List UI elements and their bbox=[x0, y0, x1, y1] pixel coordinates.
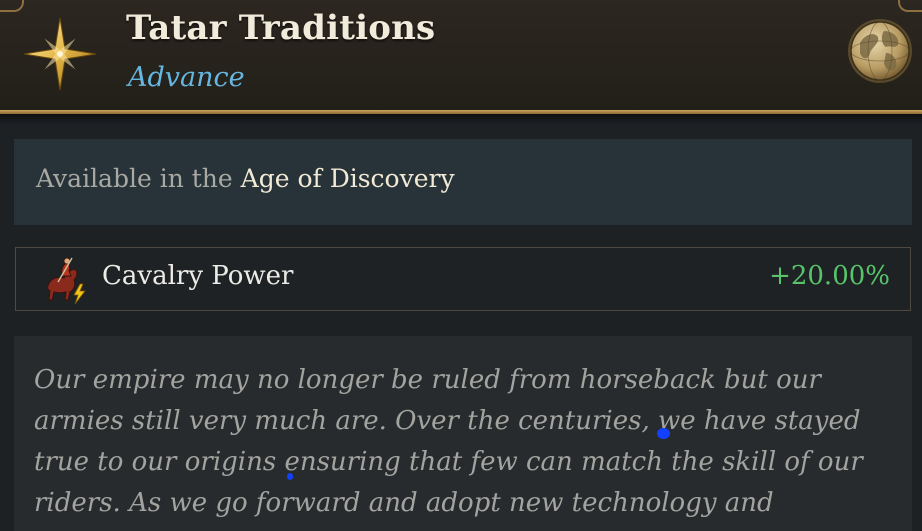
availability-prefix: Available in the bbox=[36, 164, 241, 193]
modifier-label: Cavalry Power bbox=[102, 261, 294, 291]
modifier-value: +20.00% bbox=[769, 261, 890, 291]
ink-blot bbox=[287, 473, 293, 480]
frame-corner-right bbox=[898, 0, 922, 12]
advance-type-label: Advance bbox=[128, 62, 245, 93]
globe-icon[interactable] bbox=[846, 17, 914, 85]
flavor-text-panel: Our empire may no longer be ruled from h… bbox=[14, 336, 912, 531]
cavalry-power-icon bbox=[47, 257, 86, 305]
tooltip-header: Tatar Traditions Advance bbox=[0, 0, 922, 112]
ink-blot bbox=[657, 428, 670, 439]
header-shadow bbox=[0, 114, 922, 124]
compass-star-icon bbox=[23, 17, 97, 91]
availability-text: Available in the Age of Discovery bbox=[36, 164, 455, 193]
frame-corner-left bbox=[0, 0, 24, 12]
modifier-row[interactable]: Cavalry Power +20.00% bbox=[15, 247, 911, 311]
availability-panel: Available in the Age of Discovery bbox=[14, 139, 912, 225]
advance-tooltip: Tatar Traditions Advance Available in th… bbox=[0, 0, 922, 531]
flavor-text: Our empire may no longer be ruled from h… bbox=[34, 365, 863, 518]
advance-title: Tatar Traditions bbox=[126, 8, 436, 48]
availability-age: Age of Discovery bbox=[240, 164, 455, 193]
